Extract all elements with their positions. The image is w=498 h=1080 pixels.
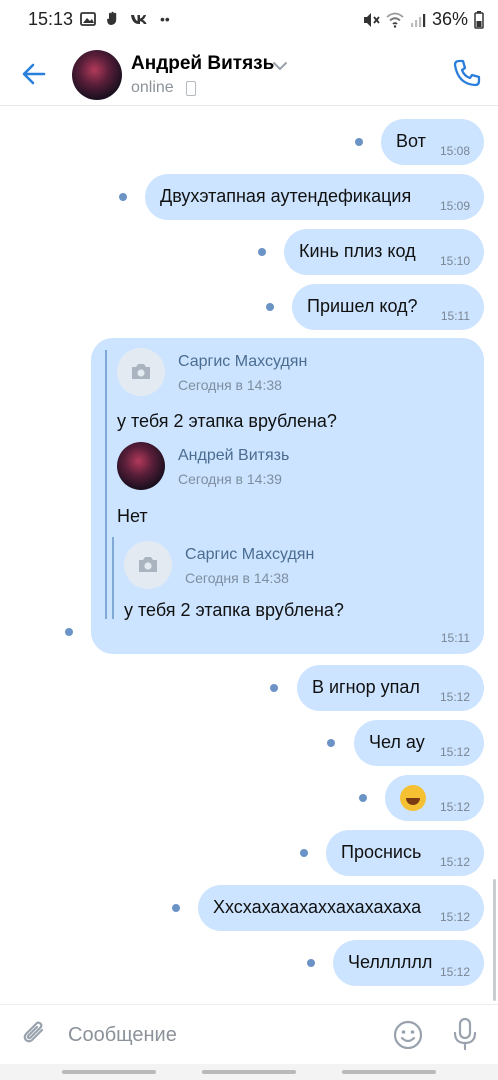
vk-icon bbox=[131, 15, 147, 24]
forwarded-date: Сегодня в 14:38 bbox=[178, 377, 282, 393]
message-time: 15:08 bbox=[439, 144, 470, 158]
smiley-icon[interactable] bbox=[392, 1019, 424, 1051]
outgoing-message[interactable]: В игнор упал 15:12 bbox=[297, 665, 484, 711]
call-icon[interactable] bbox=[450, 56, 484, 90]
unread-indicator bbox=[119, 193, 127, 201]
unread-indicator bbox=[172, 904, 180, 912]
message-time: 15:12 bbox=[439, 965, 470, 979]
forwarded-text: у тебя 2 этапка врублена? bbox=[117, 411, 337, 431]
mobile-device-icon bbox=[186, 81, 196, 96]
scrollbar[interactable] bbox=[493, 879, 496, 1001]
outgoing-message[interactable]: 15:12 bbox=[385, 775, 484, 821]
unread-indicator bbox=[266, 303, 274, 311]
microphone-icon[interactable] bbox=[452, 1017, 478, 1051]
nav-back-button[interactable] bbox=[342, 1070, 436, 1074]
unread-indicator bbox=[327, 739, 335, 747]
nav-home-button[interactable] bbox=[202, 1070, 296, 1074]
mute-icon bbox=[363, 12, 380, 27]
forwarded-text: Нет bbox=[117, 506, 148, 526]
wifi-icon bbox=[386, 12, 404, 28]
unread-indicator bbox=[300, 849, 308, 857]
paperclip-icon[interactable] bbox=[20, 1018, 50, 1050]
outgoing-message[interactable]: Проснись 15:12 bbox=[326, 830, 484, 876]
forwarded-author-avatar[interactable] bbox=[117, 442, 165, 490]
message-text: Чел ау bbox=[369, 732, 425, 752]
status-time: 15:13 bbox=[28, 9, 74, 29]
outgoing-message[interactable]: Пришел код? 15:11 bbox=[292, 284, 484, 330]
message-text: Двухэтапная аутендефикация bbox=[160, 186, 412, 206]
outgoing-message[interactable]: Двухэтапная аутендефикация 15:09 bbox=[145, 174, 484, 220]
unread-indicator bbox=[270, 684, 278, 692]
unread-indicator bbox=[307, 959, 315, 967]
message-time: 15:12 bbox=[439, 745, 470, 759]
battery-icon bbox=[474, 10, 484, 29]
back-arrow-icon[interactable] bbox=[18, 58, 50, 90]
hand-icon bbox=[106, 11, 117, 26]
forwarded-message[interactable]: Саргис Махсудян Сегодня в 14:38 у тебя 2… bbox=[91, 338, 484, 654]
message-time: 15:12 bbox=[439, 855, 470, 869]
chevron-down-icon[interactable] bbox=[272, 60, 288, 72]
forwarded-author-name[interactable]: Андрей Витязь bbox=[178, 447, 289, 465]
message-time: 15:09 bbox=[439, 199, 470, 213]
nav-recents-button[interactable] bbox=[62, 1070, 156, 1074]
unread-indicator bbox=[65, 628, 73, 636]
contact-status: online bbox=[131, 79, 174, 96]
message-list[interactable]: Вот 15:08 Двухэтапная аутендефикация 15:… bbox=[0, 106, 498, 1004]
message-text: Вот bbox=[396, 131, 426, 151]
outgoing-message[interactable]: Ххсхахахахаххахахахаха 15:12 bbox=[198, 885, 484, 931]
message-input[interactable] bbox=[68, 1021, 368, 1049]
image-icon bbox=[80, 12, 96, 26]
forward-quote-bar bbox=[105, 350, 107, 619]
message-text: В игнор упал bbox=[312, 677, 420, 697]
forwarded-author-avatar[interactable] bbox=[124, 541, 172, 589]
outgoing-message[interactable]: Чел ау 15:12 bbox=[354, 720, 484, 766]
forwarded-author-avatar[interactable] bbox=[117, 348, 165, 396]
system-navigation-bar bbox=[0, 1064, 498, 1080]
unread-indicator bbox=[359, 794, 367, 802]
outgoing-message[interactable]: Кинь плиз код 15:10 bbox=[284, 229, 484, 275]
forwarded-text: у тебя 2 этапка врублена? bbox=[124, 600, 344, 620]
forwarded-author-name[interactable]: Саргис Махсудян bbox=[178, 353, 307, 371]
forward-quote-bar bbox=[112, 537, 114, 619]
message-time: 15:12 bbox=[439, 800, 470, 814]
message-time: 15:10 bbox=[439, 254, 470, 268]
battery-percent: 36% bbox=[431, 9, 468, 29]
emoji-rofl-icon bbox=[400, 785, 426, 816]
forwarded-author-name[interactable]: Саргис Махсудян bbox=[185, 546, 314, 564]
outgoing-message[interactable]: Челллллл 15:12 bbox=[333, 940, 484, 986]
camera-icon bbox=[139, 557, 157, 572]
message-text: Пришел код? bbox=[307, 296, 418, 316]
chat-header: Андрей Витязь online bbox=[0, 40, 498, 106]
message-time: 15:12 bbox=[439, 690, 470, 704]
outgoing-message[interactable]: Вот 15:08 bbox=[381, 119, 484, 165]
contact-avatar[interactable] bbox=[72, 50, 122, 100]
message-composer bbox=[0, 1004, 498, 1064]
forwarded-date: Сегодня в 14:38 bbox=[185, 570, 289, 586]
status-notification-icons: •• bbox=[80, 10, 170, 28]
camera-icon bbox=[132, 364, 150, 379]
unread-indicator bbox=[258, 248, 266, 256]
message-text: Ххсхахахахаххахахахаха bbox=[213, 897, 422, 917]
forwarded-date: Сегодня в 14:39 bbox=[178, 471, 282, 487]
message-time: 15:12 bbox=[439, 910, 470, 924]
message-text: Челллллл bbox=[348, 952, 433, 972]
more-dots-icon: •• bbox=[160, 11, 170, 27]
message-time: 15:11 bbox=[440, 309, 470, 323]
message-time: 15:11 bbox=[440, 631, 470, 645]
signal-icon bbox=[410, 13, 426, 27]
status-bar: 15:13 •• 36% bbox=[0, 0, 498, 40]
message-text: Проснись bbox=[341, 842, 422, 862]
status-system-icons: 36% bbox=[362, 9, 484, 30]
message-text: Кинь плиз код bbox=[299, 241, 416, 261]
contact-name[interactable]: Андрей Витязь bbox=[131, 53, 274, 75]
unread-indicator bbox=[355, 138, 363, 146]
